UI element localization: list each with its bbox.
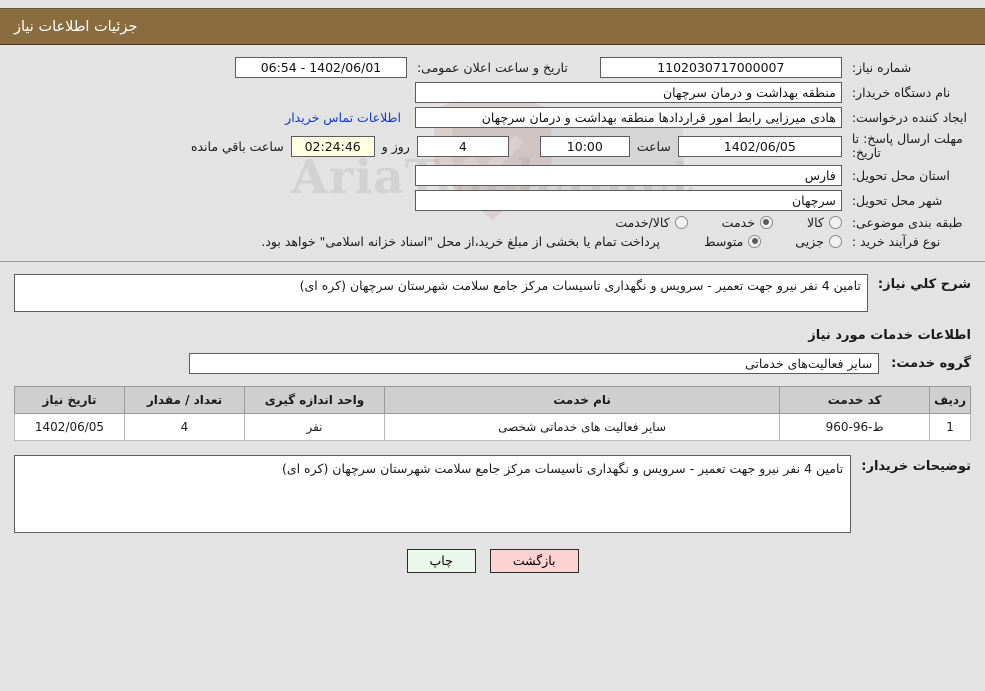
col-date: تاریخ نیاز (14, 385, 125, 414)
service-group-field[interactable]: سایر فعالیت‌های خدماتی (189, 352, 880, 374)
remaining-time-field[interactable]: 02:24:46 (290, 135, 375, 157)
process-note: پرداخت تمام یا بخشی از مبلغ خرید،از محل … (261, 233, 661, 249)
print-button[interactable]: چاپ (406, 548, 476, 573)
cell-index: 1 (929, 412, 971, 441)
table-row[interactable]: 1 ط-96-960 سایر فعالیت های خدماتی شخصی ن… (14, 412, 971, 441)
need-number-label: شماره نیاز: (851, 60, 912, 75)
radio-circle-selected-icon[interactable] (759, 215, 773, 229)
province-field[interactable]: فارس (414, 164, 842, 186)
announce-label: تاریخ و ساعت اعلان عمومی: (416, 60, 568, 75)
summary-label: شرح کلي نیاز: (877, 276, 971, 292)
services-table: ردیف کد خدمت نام خدمت واحد اندازه گیری ت… (14, 385, 971, 441)
service-group-label: گروه خدمت: (891, 355, 971, 371)
buyer-notes-row: توضیحات خریدار: تامین 4 نفر نیرو جهت تعم… (14, 454, 971, 533)
row-need-number: شماره نیاز: 1102030717000007 تاریخ و ساع… (14, 55, 971, 80)
deadline-date-field[interactable]: 1402/06/05 (677, 135, 842, 157)
remaining-days-field[interactable]: 4 (416, 135, 509, 157)
category-option-kala-khedmat-label: کالا/خدمت (615, 214, 670, 230)
page-header: جزئیات اطلاعات نیاز (0, 8, 985, 45)
buyer-notes-textarea[interactable]: تامین 4 نفر نیرو جهت تعمیر - سرویس و نگه… (14, 454, 852, 533)
deadline-group: 1402/06/05 ساعت 10:00 4 روز و 02:24:46 س… (18, 135, 842, 157)
radio-circle-selected-icon[interactable] (748, 234, 762, 248)
deadline-hour-field[interactable]: 10:00 (539, 135, 630, 157)
services-table-header-row: ردیف کد خدمت نام خدمت واحد اندازه گیری ت… (14, 385, 971, 414)
creator-field[interactable]: هادی میرزایی رابط امور قراردادها منطقه ب… (414, 107, 842, 128)
summary-row: شرح کلي نیاز: تامین 4 نفر نیرو جهت تعمیر… (14, 273, 971, 312)
footer-actions: بازگشت چاپ (14, 548, 971, 573)
cell-date: 1402/06/05 (14, 412, 125, 441)
row-process-type: نوع فرآیند خرید : جزیی متوسط پرداخت تمام… (14, 232, 971, 251)
need-number-field[interactable]: 1102030717000007 (599, 57, 842, 78)
category-label: طبقه بندی موضوعی: (851, 214, 963, 230)
cell-name: سایر فعالیت های خدماتی شخصی (383, 412, 781, 441)
cell-code: ط-96-960 (779, 412, 931, 441)
page-title: جزئیات اطلاعات نیاز (14, 18, 138, 35)
category-option-kala[interactable]: کالا (807, 215, 842, 230)
process-radio-group: جزیی متوسط پرداخت تمام یا بخشی از مبلغ خ… (18, 234, 842, 249)
radio-circle-icon[interactable] (828, 215, 842, 229)
category-option-kala-label: کالا (806, 214, 824, 230)
top-spacer (0, 0, 985, 8)
details-block: شرح کلي نیاز: تامین 4 نفر نیرو جهت تعمیر… (0, 262, 985, 577)
category-option-kala-khedmat[interactable]: کالا/خدمت (615, 214, 688, 230)
category-option-khedmat[interactable]: خدمت (722, 215, 773, 230)
col-name: نام خدمت (383, 385, 781, 414)
process-option-motavaset[interactable]: متوسط (704, 233, 762, 249)
radio-circle-icon[interactable] (828, 234, 842, 248)
category-option-khedmat-label: خدمت (721, 214, 755, 230)
process-option-jozei-label: جزیی (795, 233, 824, 249)
days-separator-label: روز و (381, 138, 410, 154)
buyer-org-field[interactable]: منطقه بهداشت و درمان سرچهان (414, 82, 842, 103)
category-radio-group: کالا خدمت کالا/خدمت (18, 215, 842, 230)
row-province: استان محل تحویل: فارس (14, 163, 971, 188)
announce-date-field[interactable]: 1402/06/01 - 06:54 (234, 57, 407, 78)
need-info-grid: شماره نیاز: 1102030717000007 تاریخ و ساع… (14, 55, 971, 251)
row-creator: ایجاد کننده درخواست: هادی میرزایی رابط ا… (14, 105, 971, 130)
radio-circle-icon[interactable] (674, 215, 688, 229)
row-category: طبقه بندی موضوعی: کالا خدمت کالا/خدمت (14, 213, 971, 232)
service-group-row: گروه خدمت: سایر فعالیت‌های خدماتی (14, 352, 971, 374)
deadline-label: مهلت ارسال پاسخ: تا تاریخ: (851, 131, 963, 161)
col-unit: واحد اندازه گیری (244, 385, 385, 414)
city-field[interactable]: سرچهان (414, 189, 842, 211)
row-city: شهر محل تحویل: سرچهان (14, 188, 971, 213)
col-quantity: تعداد / مقدار (124, 385, 245, 414)
need-info-panel: شماره نیاز: 1102030717000007 تاریخ و ساع… (0, 45, 985, 262)
province-label: استان محل تحویل: (851, 167, 950, 183)
process-option-jozei[interactable]: جزیی (795, 234, 842, 249)
col-code: کد خدمت (779, 385, 931, 414)
services-section-title: اطلاعات خدمات مورد نیاز (808, 327, 971, 343)
summary-textarea[interactable]: تامین 4 نفر نیرو جهت تعمیر - سرویس و نگه… (14, 273, 868, 312)
deadline-hour-label: ساعت (636, 138, 671, 154)
buyer-contact-link[interactable]: اطلاعات تماس خریدار (285, 110, 401, 125)
process-label: نوع فرآیند خرید : (851, 233, 941, 249)
row-buyer-org: نام دستگاه خریدار: منطقه بهداشت و درمان … (14, 80, 971, 105)
cell-quantity: 4 (124, 412, 245, 441)
remaining-hours-label: ساعت باقي مانده (190, 138, 284, 154)
creator-label: ایجاد کننده درخواست: (851, 110, 967, 125)
buyer-notes-label: توضیحات خریدار: (861, 458, 971, 474)
buyer-org-label: نام دستگاه خریدار: (851, 85, 951, 100)
col-index: ردیف (929, 385, 971, 414)
cell-unit: نفر (244, 412, 385, 441)
city-label: شهر محل تحویل: (851, 192, 943, 208)
back-button[interactable]: بازگشت (489, 548, 579, 573)
row-deadline: مهلت ارسال پاسخ: تا تاریخ: 1402/06/05 سا… (14, 130, 971, 163)
process-option-motavaset-label: متوسط (704, 233, 744, 249)
